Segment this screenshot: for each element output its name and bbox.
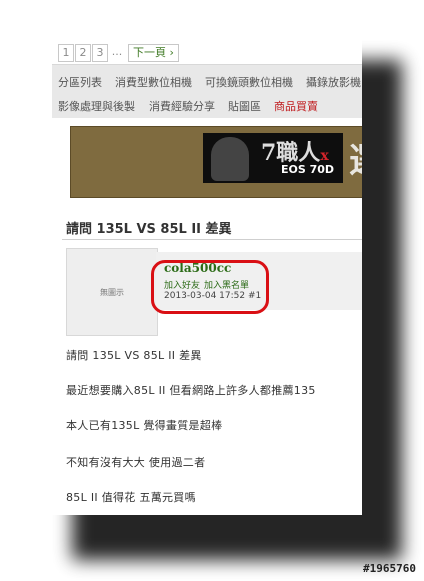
nav-item-camcorder[interactable]: 攝錄放影機 [306,74,361,90]
red-highlight-circle [151,260,269,314]
next-page-button[interactable]: 下一頁 › [128,44,179,62]
title-divider [62,239,362,240]
pagination: 1 2 3 ... 下一頁 › [52,40,362,64]
banner-area: 7職人x EOS 70D 選 [52,118,362,210]
avatar-placeholder-text: 無圖示 [100,288,124,297]
ad-banner[interactable]: 7職人x EOS 70D 選 [70,126,362,198]
page-link-3[interactable]: 3 [92,44,108,62]
post-body-line-3: 本人已有135L 覺得畫質是超棒 [66,419,223,432]
nav-item-interchangeable-lens[interactable]: 可換鏡頭數位相機 [205,74,293,90]
nav-item-board-list[interactable]: 分區列表 [58,74,102,90]
post-body-line-2: 最近想要購入85L II 但看網路上許多人都推薦135 [66,384,316,397]
screenshot-frame: 1 2 3 ... 下一頁 › 分區列表 消費型數位相機 可換鏡頭數位相機 攝錄… [52,40,362,515]
nav-item-marketplace[interactable]: 商品買賣 [274,98,318,114]
banner-big-char: 選 [349,133,362,182]
nav-item-post-processing[interactable]: 影像處理與後製 [58,98,135,114]
banner-subtitle: EOS 70D [281,163,335,176]
post-body-line-4: 不知有沒有大大 使用過二者 [66,456,206,469]
page-link-1[interactable]: 1 [58,44,74,62]
thread-title: 請問 135L VS 85L II 差異 [66,222,232,237]
watermark: #1965760 [363,562,416,575]
banner-x: x [320,148,329,164]
nav-item-shopping-experience[interactable]: 消費經驗分享 [149,98,215,114]
nav-item-consumer-camera[interactable]: 消費型數位相機 [115,74,192,90]
nav-item-photo-board[interactable]: 貼圖區 [228,98,261,114]
page-link-2[interactable]: 2 [75,44,91,62]
post-body-line-1: 請問 135L VS 85L II 差異 [66,349,202,362]
avatar: 無圖示 [66,248,158,336]
forum-nav: 分區列表 消費型數位相機 可換鏡頭數位相機 攝錄放影機 影像處理與後製 消費經驗… [52,64,362,120]
pagination-ellipsis: ... [111,45,123,58]
post-body-line-5: 85L II 值得花 五萬元買嗎 [66,491,196,504]
banner-person-image [211,137,249,181]
